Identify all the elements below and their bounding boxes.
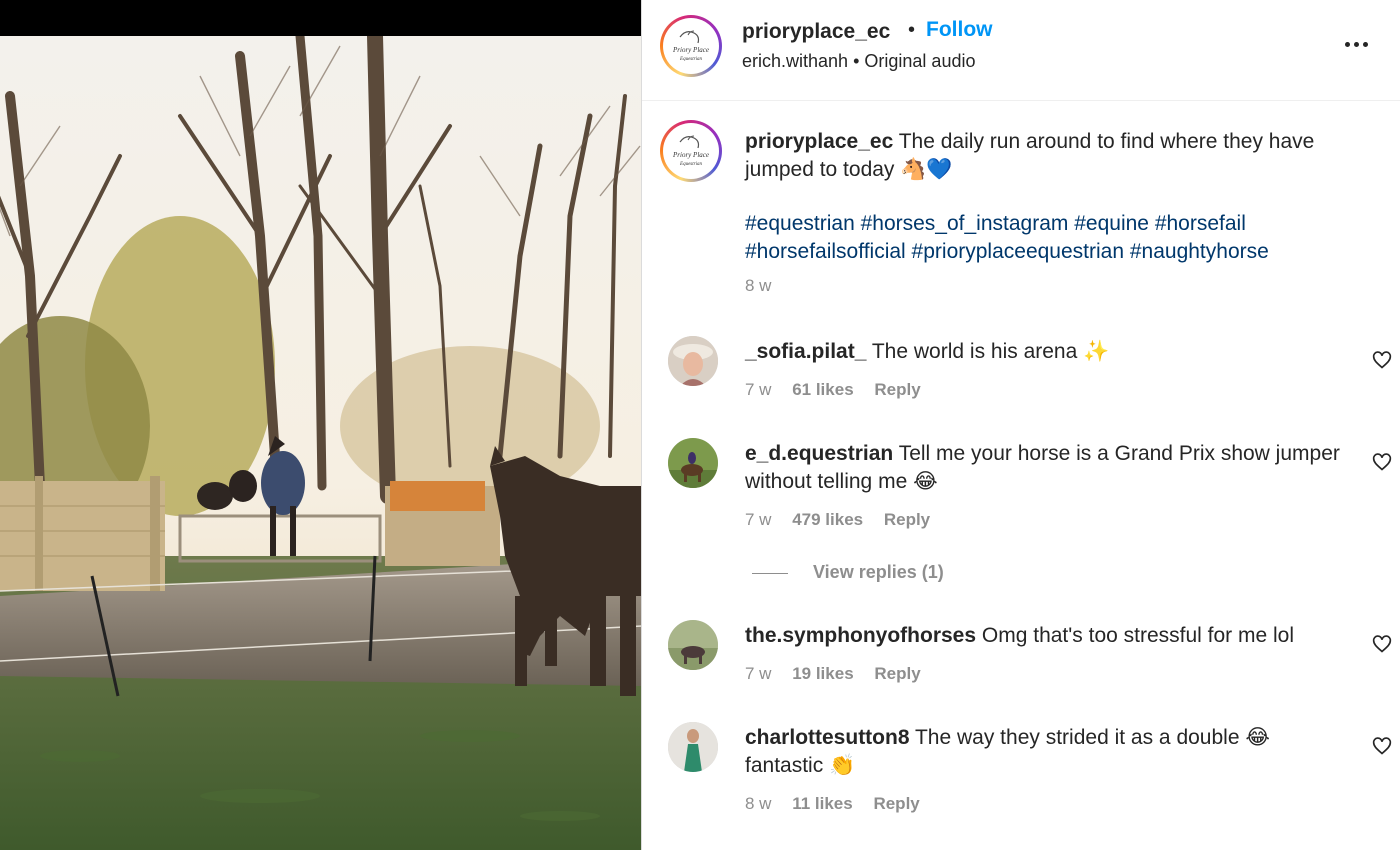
comment-text: e_d.equestrian Tell me your horse is a G… <box>745 440 1345 496</box>
comment-meta: 7 w 61 likes Reply <box>745 380 937 400</box>
original-audio-link[interactable]: Original audio <box>864 51 975 71</box>
post-media[interactable] <box>0 0 642 850</box>
author-username[interactable]: prioryplace_ec <box>742 20 890 44</box>
more-horizontal-icon[interactable] <box>1342 28 1372 58</box>
view-replies-label: View replies (1) <box>813 562 944 582</box>
comment-body: Omg that's too stressful for me lol <box>981 624 1295 647</box>
comment-time: 7 w <box>745 510 772 529</box>
comment-body: The world is his arena ✨ <box>871 340 1110 363</box>
heart-outline-icon[interactable] <box>1372 350 1392 370</box>
comment-text: the.symphonyofhorses Omg that's too stre… <box>745 622 1345 650</box>
hashtag-link[interactable]: #prioryplaceequestrian <box>912 240 1124 263</box>
comment-username[interactable]: e_d.equestrian <box>745 442 893 465</box>
svg-text:Priory Place: Priory Place <box>672 46 709 54</box>
priory-place-logo: Priory Place Equestrian <box>666 126 716 176</box>
priory-place-logo: Priory Place Equestrian <box>666 21 716 71</box>
separator-dot: • <box>908 19 916 41</box>
comment-likes[interactable]: 479 likes <box>792 510 863 529</box>
comment-likes[interactable]: 19 likes <box>792 664 853 683</box>
commenter-avatar[interactable] <box>668 620 718 670</box>
caption-text: prioryplace_ec The daily run around to f… <box>745 128 1375 184</box>
audio-info: erich.withanh • Original audio <box>742 51 975 72</box>
audio-user-link[interactable]: erich.withanh <box>742 51 848 71</box>
hashtag-link[interactable]: #horses_of_instagram <box>861 212 1069 235</box>
comment-meta: 8 w 11 likes Reply <box>745 794 936 814</box>
comment-username[interactable]: charlottesutton8 <box>745 726 910 749</box>
comment-text: _sofia.pilat_ The world is his arena ✨ <box>745 338 1345 366</box>
svg-text:Equestrian: Equestrian <box>679 162 702 167</box>
video-frame[interactable] <box>0 36 642 850</box>
comment-time: 8 w <box>745 794 772 813</box>
comment-username[interactable]: _sofia.pilat_ <box>745 340 866 363</box>
caption-hashtags: #equestrian #horses_of_instagram #equine… <box>745 210 1375 266</box>
comment-likes[interactable]: 11 likes <box>792 794 853 813</box>
commenter-avatar[interactable] <box>668 438 718 488</box>
media-top-bar <box>0 0 642 36</box>
comments-panel: Priory Place Equestrian prioryplace_ec •… <box>642 0 1400 850</box>
caption-username[interactable]: prioryplace_ec <box>745 130 893 153</box>
heart-outline-icon[interactable] <box>1372 634 1392 654</box>
hashtag-link[interactable]: #equine <box>1074 212 1149 235</box>
reply-button[interactable]: Reply <box>874 664 920 683</box>
replies-line <box>752 573 788 574</box>
author-avatar[interactable]: Priory Place Equestrian <box>660 15 722 77</box>
comment-time: 7 w <box>745 664 772 683</box>
commenter-avatar[interactable] <box>668 336 718 386</box>
svg-text:Equestrian: Equestrian <box>679 57 702 62</box>
hashtag-link[interactable]: #equestrian <box>745 212 855 235</box>
hashtag-link[interactable]: #horsefail <box>1155 212 1246 235</box>
comment-meta: 7 w 19 likes Reply <box>745 664 937 684</box>
audio-separator: • <box>853 51 860 71</box>
commenter-avatar[interactable] <box>668 722 718 772</box>
follow-button[interactable]: Follow <box>926 18 993 42</box>
heart-outline-icon[interactable] <box>1372 452 1392 472</box>
comment-text: charlottesutton8 The way they strided it… <box>745 724 1345 780</box>
comment-time: 7 w <box>745 380 772 399</box>
hashtag-link[interactable]: #horsefailsofficial <box>745 240 906 263</box>
reply-button[interactable]: Reply <box>874 380 920 399</box>
heart-outline-icon[interactable] <box>1372 736 1392 756</box>
reply-button[interactable]: Reply <box>873 794 919 813</box>
hashtag-link[interactable]: #naughtyhorse <box>1130 240 1269 263</box>
svg-text:Priory Place: Priory Place <box>672 151 709 159</box>
caption-timestamp: 8 w <box>745 276 772 295</box>
reply-button[interactable]: Reply <box>884 510 930 529</box>
comment-likes[interactable]: 61 likes <box>792 380 853 399</box>
caption-author-avatar[interactable]: Priory Place Equestrian <box>660 120 722 182</box>
comment-username[interactable]: the.symphonyofhorses <box>745 624 976 647</box>
post-header: Priory Place Equestrian prioryplace_ec •… <box>642 0 1400 101</box>
comment-meta: 7 w 479 likes Reply <box>745 510 946 530</box>
